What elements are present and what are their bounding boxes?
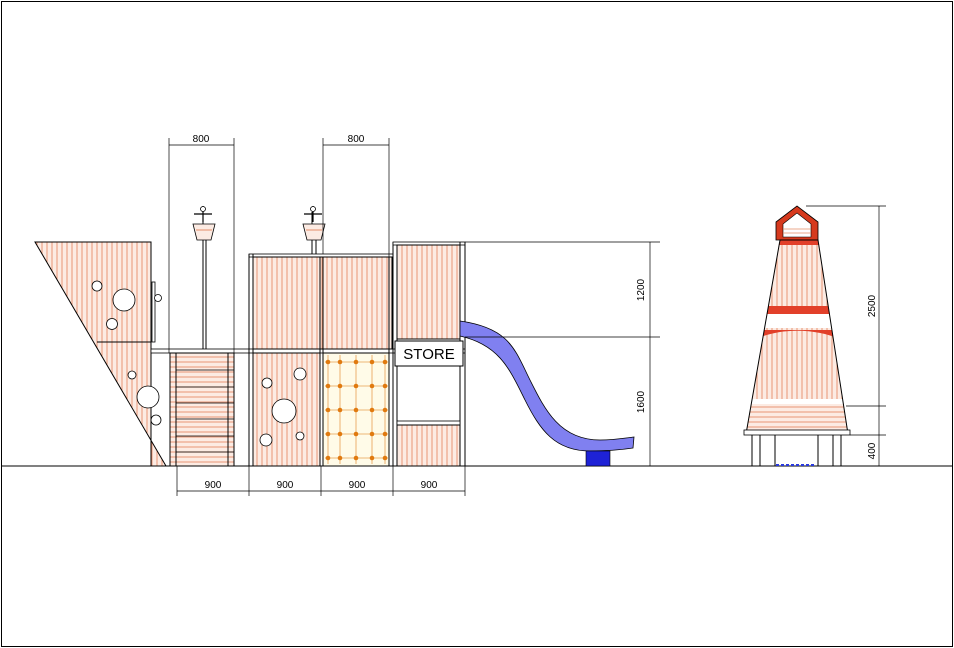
stairs-bay (169, 352, 235, 467)
dim-height-upper: 1200 (636, 278, 647, 301)
dim-bottom-width-2: 900 (277, 480, 294, 491)
slide[interactable] (459, 320, 635, 467)
lighthouse (743, 205, 851, 466)
dim-height-lower: 1600 (636, 390, 647, 413)
dim-top-width-right: 800 (348, 134, 365, 145)
dim-tower-base: 400 (867, 442, 878, 459)
playground-elevation-drawing: STORE 800 800 900 900 900 900 1200 1600 (1, 1, 953, 647)
bubble-panel (252, 352, 321, 467)
dim-bottom-width-1: 900 (205, 480, 222, 491)
right-mast (302, 206, 326, 255)
store-sign: STORE (394, 340, 464, 367)
store-label: STORE (403, 346, 454, 363)
dim-bottom-width-3: 900 (349, 480, 366, 491)
dim-top-width-left: 800 (193, 134, 210, 145)
dim-bottom-width-4: 900 (421, 480, 438, 491)
ship-bow (34, 241, 167, 467)
left-mast (192, 206, 216, 349)
dim-tower-height: 2500 (867, 294, 878, 317)
